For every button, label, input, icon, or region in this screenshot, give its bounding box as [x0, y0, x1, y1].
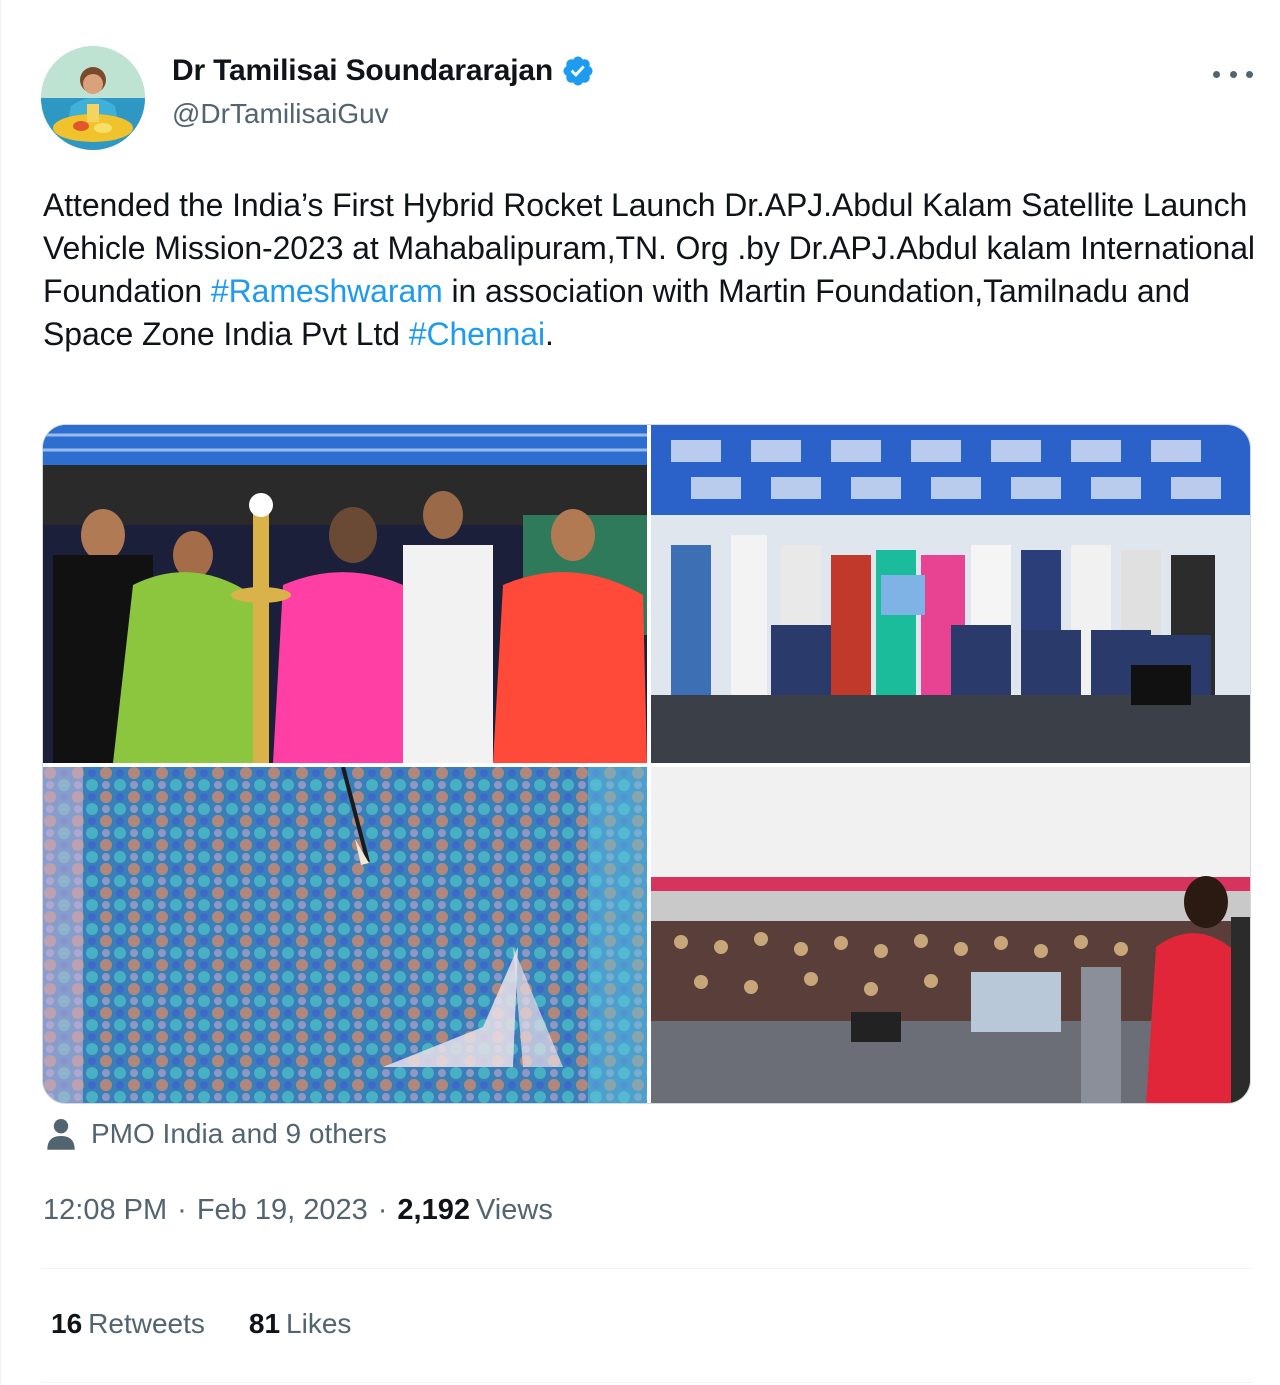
tagged-users[interactable]: PMO India and 9 others: [45, 1117, 387, 1151]
author-name-row[interactable]: Dr Tamilisai Soundararajan: [172, 54, 595, 88]
likes-stat[interactable]: 81 Likes: [249, 1308, 352, 1340]
divider: [41, 1382, 1253, 1383]
hashtag-chennai[interactable]: #Chennai: [409, 316, 545, 352]
retweets-stat[interactable]: 16 Retweets: [51, 1308, 205, 1340]
tweet-text: Attended the India’s First Hybrid Rocket…: [43, 184, 1258, 356]
more-dot: [1229, 70, 1237, 78]
views-count: 2,192: [397, 1194, 470, 1226]
more-icon[interactable]: [1213, 62, 1253, 86]
media-grid: [42, 424, 1251, 1104]
retweets-count: 16: [51, 1308, 83, 1339]
person-icon: [47, 1118, 75, 1150]
likes-label: Likes: [286, 1308, 352, 1339]
divider: [41, 1268, 1253, 1269]
author-handle[interactable]: @DrTamilisaiGuv: [172, 98, 389, 130]
tagged-users-label[interactable]: PMO India and 9 others: [91, 1118, 387, 1150]
meta-separator: ·: [177, 1194, 187, 1226]
avatar-image: [41, 46, 145, 150]
meta-separator: ·: [377, 1194, 388, 1226]
verified-badge-icon: [563, 56, 593, 86]
tweet-meta: 12:08 PM · Feb 19, 2023 · 2,192 Views: [43, 1194, 553, 1227]
photo-crowd-speaker[interactable]: [651, 767, 1250, 1103]
engagement-stats: 16 Retweets 81 Likes: [51, 1308, 351, 1340]
tweet-text-part: .: [544, 316, 554, 352]
avatar[interactable]: [41, 46, 145, 150]
likes-count: 81: [248, 1308, 281, 1339]
photo-group-stage[interactable]: [651, 425, 1250, 763]
photo-lamp-lighting[interactable]: [43, 425, 647, 763]
more-dot: [1246, 70, 1253, 78]
author-display-name[interactable]: Dr Tamilisai Soundararajan: [172, 54, 553, 88]
tweet-time[interactable]: 12:08 PM: [43, 1194, 167, 1227]
more-dot: [1213, 70, 1220, 78]
tweet-card: Dr Tamilisai Soundararajan @DrTamilisaiG…: [0, 0, 1280, 1385]
retweets-label: Retweets: [88, 1308, 205, 1339]
views-label: Views: [475, 1194, 553, 1226]
photo-rocket-screen[interactable]: [43, 767, 647, 1103]
tweet-date[interactable]: Feb 19, 2023: [197, 1194, 368, 1227]
hashtag-rameshwaram[interactable]: #Rameshwaram: [211, 273, 443, 309]
